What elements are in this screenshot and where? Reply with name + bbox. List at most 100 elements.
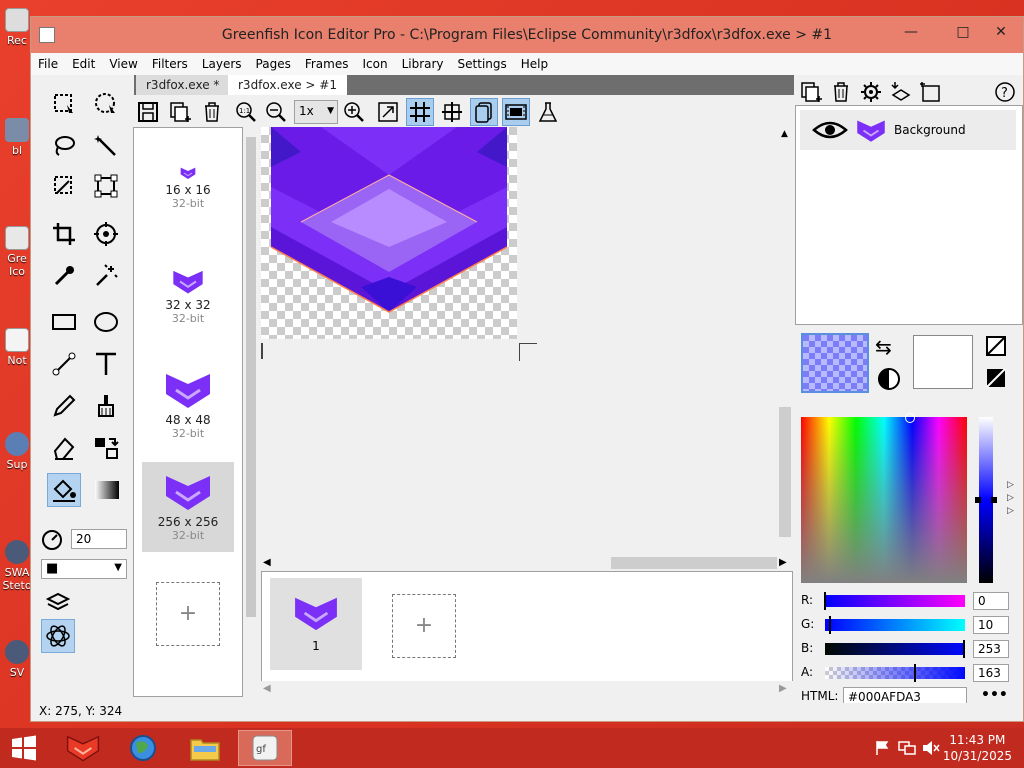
- red-slider-handle[interactable]: [824, 592, 826, 610]
- desktop-icon-greenfish[interactable]: Gre Ico: [0, 226, 34, 278]
- tab-r3dfox-page-1[interactable]: r3dfox.exe > #1: [228, 75, 347, 95]
- taskbar-browser[interactable]: [116, 730, 170, 766]
- help-button[interactable]: ?: [991, 78, 1019, 106]
- red-slider[interactable]: [824, 592, 965, 610]
- frame-item[interactable]: 1: [270, 578, 362, 670]
- crop-tool[interactable]: [47, 217, 81, 251]
- lasso-tool[interactable]: [47, 129, 81, 163]
- green-value[interactable]: 10: [973, 616, 1009, 634]
- title-bar[interactable]: Greenfish Icon Editor Pro - C:\Program F…: [31, 17, 1023, 53]
- line-tool[interactable]: [47, 347, 81, 381]
- page-item-32[interactable]: 32 x 32 32-bit: [142, 268, 234, 325]
- layer-properties-button[interactable]: [857, 78, 885, 106]
- blue-slider[interactable]: [825, 640, 965, 658]
- alpha-value[interactable]: 163: [973, 664, 1009, 682]
- fill-tool[interactable]: [47, 473, 81, 507]
- ellipse-tool[interactable]: [89, 305, 123, 339]
- menu-help[interactable]: Help: [514, 53, 555, 71]
- desktop-icon-notepad[interactable]: Not: [0, 328, 34, 367]
- maximize-button[interactable]: □: [943, 17, 983, 49]
- page-item-48[interactable]: 48 x 48 32-bit: [142, 370, 234, 440]
- menu-file[interactable]: File: [31, 53, 65, 71]
- taskbar-file-explorer[interactable]: [178, 730, 232, 766]
- menu-edit[interactable]: Edit: [65, 53, 102, 71]
- canvas-area[interactable]: [261, 127, 793, 571]
- menu-layers[interactable]: Layers: [195, 53, 249, 71]
- symmetry-toggle[interactable]: [41, 619, 75, 653]
- menu-filters[interactable]: Filters: [145, 53, 195, 71]
- taskbar-r3dfox[interactable]: [56, 730, 110, 766]
- replace-color-tool[interactable]: [89, 431, 123, 465]
- page-list-scrollbar[interactable]: [243, 127, 259, 697]
- frames-scrollbar[interactable]: ◀ ▶: [261, 681, 793, 697]
- taskbar-greenfish[interactable]: gf: [238, 730, 292, 766]
- menu-settings[interactable]: Settings: [451, 53, 514, 71]
- gradient-tool[interactable]: [89, 473, 123, 507]
- canvas-vertical-scrollbar[interactable]: ▲ ▼: [777, 127, 793, 571]
- fit-window-button[interactable]: [374, 98, 402, 126]
- menu-library[interactable]: Library: [395, 53, 451, 71]
- rectangle-tool[interactable]: [47, 305, 81, 339]
- add-layer-mask-button[interactable]: [917, 78, 945, 106]
- network-icon[interactable]: [898, 740, 916, 756]
- target-tool[interactable]: [89, 217, 123, 251]
- page-item-256[interactable]: 256 x 256 32-bit: [142, 462, 234, 552]
- canvas-horizontal-scrollbar[interactable]: ◀ ▶: [261, 555, 793, 571]
- zoom-select[interactable]: 1x ▼: [294, 100, 338, 124]
- menu-view[interactable]: View: [102, 53, 144, 71]
- rect-select-tool[interactable]: [47, 87, 81, 121]
- scrollbar-thumb[interactable]: [246, 137, 256, 617]
- delete-page-button[interactable]: [198, 98, 226, 126]
- tab-r3dfox-exe[interactable]: r3dfox.exe *: [136, 75, 230, 95]
- menu-frames[interactable]: Frames: [298, 53, 356, 71]
- freehand-select-tool[interactable]: [47, 169, 81, 203]
- red-value[interactable]: 0: [973, 592, 1009, 610]
- blue-slider-handle[interactable]: [963, 640, 965, 658]
- scroll-left-icon[interactable]: ◀: [263, 683, 271, 694]
- scroll-right-icon[interactable]: ▶: [779, 557, 787, 568]
- desktop-icon-recycle-bin[interactable]: Rec: [0, 8, 34, 47]
- scrollbar-thumb[interactable]: [779, 407, 791, 537]
- pencil-tool[interactable]: [47, 389, 81, 423]
- ellipse-select-tool[interactable]: [89, 87, 123, 121]
- primary-color-swatch[interactable]: [801, 333, 869, 393]
- green-slider[interactable]: [825, 616, 965, 634]
- spectrum-cursor[interactable]: [905, 413, 915, 423]
- layers-toggle[interactable]: [41, 585, 75, 619]
- minimize-button[interactable]: —: [891, 17, 931, 49]
- alpha-slider-handle[interactable]: [914, 664, 916, 682]
- text-tool[interactable]: [89, 347, 123, 381]
- animation-toggle[interactable]: [502, 98, 530, 126]
- brush-tool[interactable]: [89, 389, 123, 423]
- alpha-slider[interactable]: [825, 664, 965, 682]
- page-item-16[interactable]: 16 x 16 32-bit: [142, 166, 234, 210]
- start-button[interactable]: [4, 730, 44, 766]
- desktop-icon-bl[interactable]: bl: [0, 118, 34, 157]
- contrast-icon[interactable]: [877, 367, 901, 391]
- add-frame-button[interactable]: +: [392, 594, 456, 658]
- zoom-in-button[interactable]: [340, 98, 368, 126]
- color-mode-select[interactable]: ■ ▼: [41, 559, 127, 579]
- green-slider-handle[interactable]: [829, 616, 831, 634]
- secondary-color-swatch[interactable]: [913, 335, 973, 389]
- desktop-icon-support[interactable]: Sup: [0, 432, 34, 471]
- merge-layer-button[interactable]: [887, 78, 915, 106]
- test-button[interactable]: [534, 98, 562, 126]
- duplicate-page-button[interactable]: [166, 98, 194, 126]
- eraser-tool[interactable]: [47, 431, 81, 465]
- menu-pages[interactable]: Pages: [249, 53, 298, 71]
- close-button[interactable]: ✕: [981, 17, 1021, 49]
- inverted-color-icon[interactable]: [985, 367, 1007, 389]
- desktop-icon-swa[interactable]: SWA Steto: [0, 540, 34, 592]
- pixel-grid-toggle[interactable]: [406, 98, 434, 126]
- size-input[interactable]: 20: [71, 529, 127, 549]
- swap-colors-icon[interactable]: ⇆: [875, 335, 892, 359]
- add-page-button[interactable]: +: [156, 582, 220, 646]
- blue-value[interactable]: 253: [973, 640, 1009, 658]
- system-clock[interactable]: 11:43 PM 10/31/2025: [943, 732, 1012, 764]
- canvas[interactable]: [261, 127, 517, 339]
- transform-tool[interactable]: [89, 169, 123, 203]
- scroll-up-icon[interactable]: ▲: [781, 129, 788, 139]
- scrollbar-thumb[interactable]: [611, 557, 777, 569]
- transparent-color-icon[interactable]: [985, 335, 1007, 357]
